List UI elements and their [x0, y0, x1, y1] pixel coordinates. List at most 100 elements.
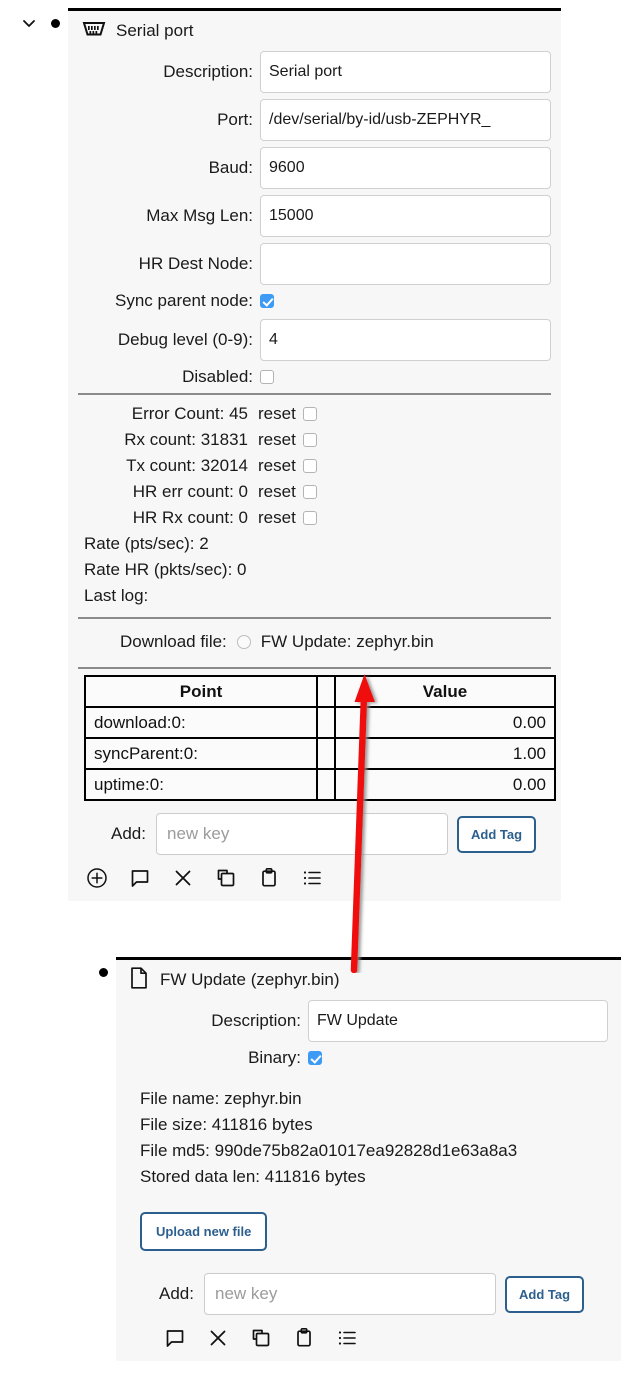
upload-new-file-button[interactable]: Upload new file	[140, 1212, 268, 1251]
close-x-icon[interactable]	[207, 1327, 229, 1349]
bullet-dot-icon	[42, 8, 68, 38]
stat-label-error-count: Error Count: 45	[131, 404, 248, 423]
field-sync-parent-node: Sync parent node:	[78, 291, 551, 311]
fw-update-title: FW Update (zephyr.bin)	[160, 970, 340, 989]
fw-description-input[interactable]	[308, 1000, 608, 1042]
stat-label-hr-err-count: HR err count: 0	[132, 482, 248, 501]
fw-add-tag-row: Add: Add Tag	[126, 1273, 611, 1315]
reset-label-hr-rx-count: reset	[258, 508, 296, 527]
stat-hr-err-count: HR err count: 0 reset	[78, 479, 551, 505]
list-icon[interactable]	[301, 867, 323, 889]
tag-row-spacer	[316, 768, 336, 801]
list-icon[interactable]	[336, 1327, 358, 1349]
reset-label-rx-count: reset	[258, 430, 296, 449]
comment-icon[interactable]	[164, 1327, 186, 1349]
tag-point-uptime: uptime:0:	[84, 768, 318, 801]
stat-last-log: Last log:	[84, 586, 149, 605]
disabled-checkbox[interactable]	[260, 370, 274, 384]
add-circle-icon[interactable]	[86, 867, 108, 889]
tag-value-syncparent: 1.00	[334, 737, 556, 770]
tag-value-uptime: 0.00	[334, 768, 556, 801]
port-input[interactable]	[260, 99, 551, 141]
reset-label-tx-count: reset	[258, 456, 296, 475]
chevron-down-icon[interactable]	[16, 8, 42, 38]
table-row[interactable]: uptime:0: 0.00	[84, 768, 556, 801]
reset-label-error-count: reset	[258, 404, 296, 423]
stat-tx-count: Tx count: 32014 reset	[78, 453, 551, 479]
download-file-label: Download file:	[120, 632, 227, 651]
max-msg-len-input[interactable]	[260, 195, 551, 237]
fw-add-tag-button[interactable]: Add Tag	[505, 1275, 585, 1313]
bullet-dot-icon	[90, 957, 116, 987]
file-document-icon	[130, 966, 148, 994]
description-input[interactable]	[260, 51, 551, 93]
reset-hr-err-count-checkbox[interactable]	[302, 485, 317, 499]
field-label-fw-description: Description:	[211, 1011, 301, 1030]
screenshot-root: Serial port Description: Port: Baud: Max…	[0, 0, 641, 1399]
info-stored-data-len: Stored data len: 411816 bytes	[140, 1167, 366, 1186]
tag-table-header-value: Value	[334, 675, 556, 708]
info-file-size: File size: 411816 bytes	[140, 1115, 313, 1134]
close-x-icon[interactable]	[172, 867, 194, 889]
field-label-disabled: Disabled:	[182, 367, 253, 386]
serial-port-node: Serial port Description: Port: Baud: Max…	[16, 8, 622, 901]
field-label-port: Port:	[217, 110, 253, 129]
divider-tag-table	[78, 667, 551, 669]
stat-rate-pts-sec: Rate (pts/sec): 2	[84, 534, 209, 553]
sync-parent-node-checkbox[interactable]	[260, 294, 274, 308]
tag-table-header-spacer	[316, 675, 336, 708]
binary-checkbox[interactable]	[308, 1051, 322, 1065]
stat-rate-hr-pkts-sec: Rate HR (pkts/sec): 0	[84, 560, 247, 579]
paste-clipboard-icon[interactable]	[293, 1327, 315, 1349]
fw-new-key-input[interactable]	[204, 1273, 496, 1315]
debug-level-input[interactable]	[260, 319, 551, 361]
download-file-radio[interactable]	[236, 635, 251, 649]
stat-label-rx-count: Rx count: 31831	[124, 430, 248, 449]
reset-rx-count-checkbox[interactable]	[302, 433, 317, 447]
field-binary: Binary:	[126, 1048, 611, 1068]
new-key-input[interactable]	[156, 813, 448, 855]
fw-update-panel: FW Update (zephyr.bin) Description: Bina…	[116, 957, 621, 1361]
field-label-sync-parent-node: Sync parent node:	[115, 291, 253, 310]
hr-dest-node-input[interactable]	[260, 243, 551, 285]
stat-rx-count: Rx count: 31831 reset	[78, 427, 551, 453]
table-row[interactable]: download:0: 0.00	[84, 706, 556, 739]
field-fw-description: Description:	[126, 1000, 611, 1042]
paste-clipboard-icon[interactable]	[258, 867, 280, 889]
stat-label-hr-rx-count: HR Rx count: 0	[132, 508, 248, 527]
field-debug-level: Debug level (0-9):	[78, 319, 551, 361]
baud-input[interactable]	[260, 147, 551, 189]
field-label-debug-level: Debug level (0-9):	[117, 330, 253, 349]
field-label-description: Description:	[163, 62, 253, 81]
field-baud: Baud:	[78, 147, 551, 189]
upload-button-wrap: Upload new file	[126, 1212, 611, 1251]
comment-icon[interactable]	[129, 867, 151, 889]
tag-table-header-point: Point	[84, 675, 318, 708]
field-disabled: Disabled:	[78, 367, 551, 387]
stat-error-count: Error Count: 45 reset	[78, 401, 551, 427]
field-label-baud: Baud:	[208, 158, 253, 177]
copy-icon[interactable]	[250, 1327, 272, 1349]
stat-hr-rx-count: HR Rx count: 0 reset	[78, 505, 551, 531]
tag-value-download: 0.00	[334, 706, 556, 739]
add-tag-button[interactable]: Add Tag	[457, 815, 537, 853]
info-file-name: File name: zephyr.bin	[140, 1089, 302, 1108]
tag-point-download: download:0:	[84, 706, 318, 739]
field-label-binary: Binary:	[248, 1048, 301, 1067]
field-hr-dest-node: HR Dest Node:	[78, 243, 551, 285]
tag-row-spacer	[316, 706, 336, 739]
reset-hr-rx-count-checkbox[interactable]	[302, 511, 317, 525]
reset-error-count-checkbox[interactable]	[302, 407, 317, 421]
field-label-max-msg-len: Max Msg Len:	[146, 206, 253, 225]
copy-icon[interactable]	[215, 867, 237, 889]
info-file-md5: File md5: 990de75b82a01017ea92828d1e63a8…	[140, 1141, 518, 1160]
serial-port-gutter	[16, 8, 68, 38]
serial-port-header: Serial port	[78, 11, 551, 51]
table-row[interactable]: syncParent:0: 1.00	[84, 737, 556, 770]
tag-point-syncparent: syncParent:0:	[84, 737, 318, 770]
reset-tx-count-checkbox[interactable]	[302, 459, 317, 473]
tag-table-header-row: Point Value	[84, 675, 556, 708]
divider-stats	[78, 393, 551, 395]
add-tag-row: Add: Add Tag	[78, 813, 551, 855]
tag-row-spacer	[316, 737, 336, 770]
